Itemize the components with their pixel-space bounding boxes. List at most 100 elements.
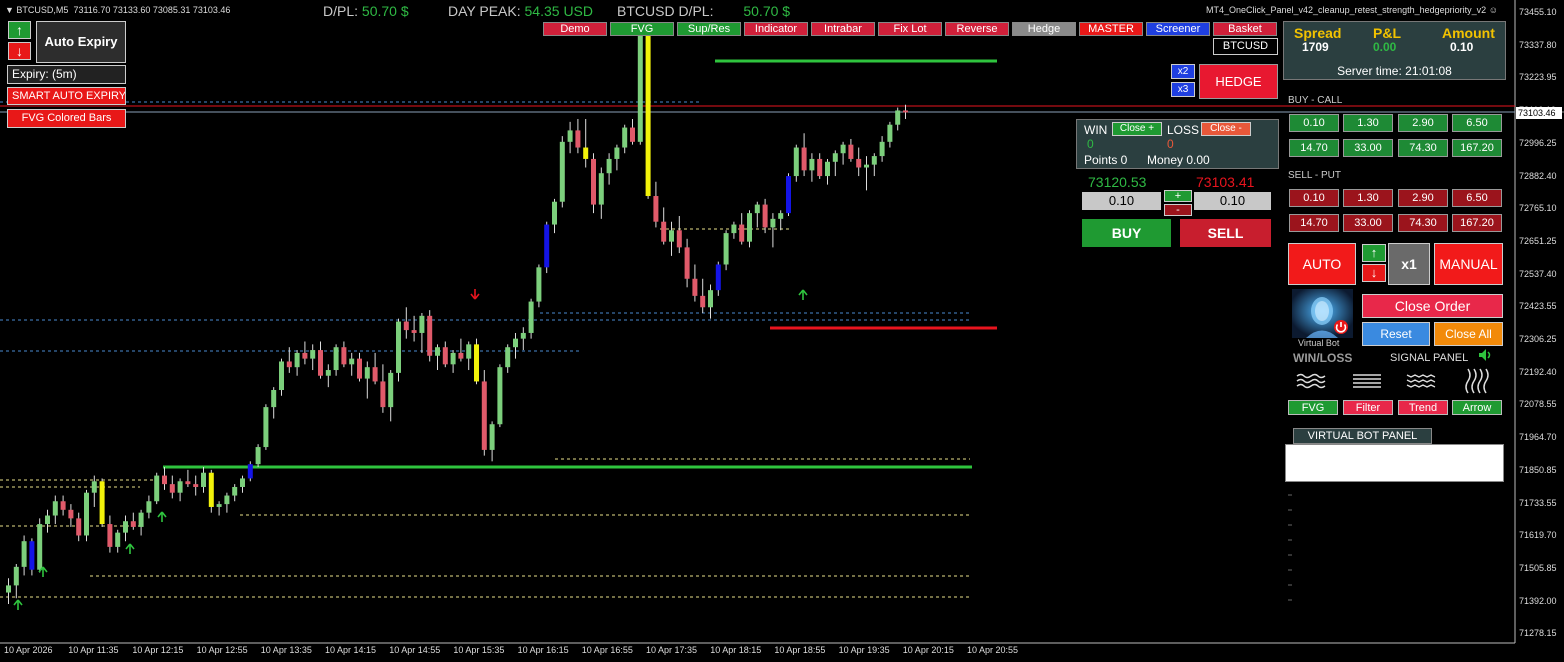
- manual-mode-button[interactable]: MANUAL: [1434, 243, 1503, 285]
- buy-button[interactable]: BUY: [1082, 219, 1171, 247]
- buy-amount-button[interactable]: 2.90: [1398, 114, 1448, 132]
- toolbar-basket-button[interactable]: Basket: [1213, 22, 1277, 36]
- sell-amount-button[interactable]: 33.00: [1343, 214, 1393, 232]
- candle-body: [575, 130, 581, 148]
- candle-body: [318, 350, 323, 376]
- win-label: WIN: [1084, 123, 1108, 137]
- candle-body: [154, 475, 160, 502]
- sell-amount-button[interactable]: 167.20: [1452, 214, 1502, 232]
- sell-button[interactable]: SELL: [1180, 219, 1271, 247]
- toolbar-intrabar-button[interactable]: Intrabar: [811, 22, 875, 36]
- multiplier-button[interactable]: x1: [1388, 243, 1430, 285]
- toolbar-indicator-button[interactable]: Indicator: [744, 22, 808, 36]
- candle-body: [411, 330, 417, 333]
- candle-body: [76, 518, 82, 536]
- expiry-field[interactable]: Expiry: (5m): [7, 65, 126, 84]
- sell-amount-button[interactable]: 14.70: [1289, 214, 1339, 232]
- close-plus-button[interactable]: Close +: [1112, 122, 1162, 136]
- buy-amount-button[interactable]: 74.30: [1398, 139, 1448, 157]
- toolbar-fix-lot-button[interactable]: Fix Lot: [878, 22, 942, 36]
- indicator-trend-button[interactable]: Trend: [1398, 400, 1448, 415]
- virtual-bot-avatar[interactable]: [1292, 289, 1353, 338]
- toolbar-master-button[interactable]: MASTER: [1079, 22, 1143, 36]
- close-order-button[interactable]: Close Order: [1362, 294, 1503, 318]
- sell-amount-button[interactable]: 74.30: [1398, 214, 1448, 232]
- candle-body: [817, 158, 823, 177]
- sell-amount-button[interactable]: 6.50: [1452, 189, 1502, 207]
- sell-amount-button[interactable]: 1.30: [1343, 189, 1393, 207]
- candle-body: [544, 224, 550, 268]
- arrow-signal-icon[interactable]: [1464, 367, 1490, 400]
- candle-body: [630, 127, 635, 142]
- buy-amount-button[interactable]: 0.10: [1289, 114, 1339, 132]
- server-time: Server time: 21:01:08: [1337, 64, 1452, 78]
- sell-amount-button[interactable]: 0.10: [1289, 189, 1339, 207]
- fvg-colored-bars-button[interactable]: FVG Colored Bars: [7, 109, 126, 128]
- x3-button[interactable]: x3: [1171, 82, 1195, 97]
- lot-field-left[interactable]: 0.10: [1082, 192, 1161, 210]
- candle-body: [372, 367, 378, 382]
- toolbar-hedge-button[interactable]: Hedge: [1012, 22, 1076, 36]
- candle-body: [208, 472, 214, 507]
- virtual-bot-panel-tab[interactable]: VIRTUAL BOT PANEL: [1293, 428, 1432, 444]
- candle-body: [107, 524, 113, 547]
- auto-mode-button[interactable]: AUTO: [1288, 243, 1356, 285]
- mode-down-button[interactable]: ↓: [1362, 264, 1386, 282]
- candle-body: [442, 347, 448, 365]
- lot-field-right[interactable]: 0.10: [1194, 192, 1271, 210]
- mode-up-button[interactable]: ↑: [1362, 244, 1386, 262]
- up-arrow-button[interactable]: ↑: [8, 21, 31, 39]
- toolbar-demo-button[interactable]: Demo: [543, 22, 607, 36]
- candle-body: [271, 390, 277, 408]
- buy-amount-button[interactable]: 1.30: [1343, 114, 1393, 132]
- trend-wave-icon[interactable]: [1406, 372, 1436, 395]
- candle-body: [388, 372, 394, 408]
- lot-plus-button[interactable]: +: [1164, 190, 1192, 202]
- candle-body: [895, 110, 901, 125]
- candle-body: [825, 161, 830, 177]
- candle-body: [669, 230, 674, 242]
- auto-expiry-button[interactable]: Auto Expiry: [36, 21, 126, 63]
- time-tick-label: 10 Apr 13:35: [260, 645, 312, 655]
- toolbar-sup-res-button[interactable]: Sup/Res: [677, 22, 741, 36]
- money-value: Money 0.00: [1147, 153, 1210, 167]
- indicator-arrow-button[interactable]: Arrow: [1452, 400, 1502, 415]
- price-tick-label: 72996.25: [1519, 137, 1557, 148]
- buy-amount-button[interactable]: 6.50: [1452, 114, 1502, 132]
- indicator-filter-button[interactable]: Filter: [1343, 400, 1393, 415]
- candle-body: [887, 124, 893, 142]
- candle-body: [528, 301, 534, 333]
- candle-body: [700, 295, 706, 308]
- candle-body: [848, 144, 854, 159]
- candle-body: [497, 367, 503, 425]
- close-minus-button[interactable]: Close -: [1201, 122, 1251, 136]
- close-all-button[interactable]: Close All: [1434, 322, 1503, 346]
- candle-body: [567, 130, 573, 142]
- indicator-fvg-button[interactable]: FVG: [1288, 400, 1338, 415]
- dpl-readout: D/PL: 50.70 $: [323, 3, 409, 19]
- chart-symbol: ▼ BTCUSD,M5 73116.70 73133.60 73085.31 7…: [5, 5, 231, 15]
- hedge-button[interactable]: HEDGE: [1199, 64, 1278, 99]
- smart-auto-expiry-button[interactable]: SMART AUTO EXPIRY: [7, 87, 126, 105]
- sell-amount-button[interactable]: 2.90: [1398, 189, 1448, 207]
- wave-icon[interactable]: [1296, 372, 1326, 395]
- buy-amount-button[interactable]: 14.70: [1289, 139, 1339, 157]
- candle-body: [536, 267, 542, 302]
- toolbar-screener-button[interactable]: Screener: [1146, 22, 1210, 36]
- reset-button[interactable]: Reset: [1362, 322, 1430, 346]
- buy-amount-button[interactable]: 167.20: [1452, 139, 1502, 157]
- buy-amount-button[interactable]: 33.00: [1343, 139, 1393, 157]
- candle-body: [29, 541, 35, 570]
- speaker-icon[interactable]: [1478, 348, 1494, 367]
- candle-body: [739, 224, 745, 242]
- filter-lines-icon[interactable]: [1352, 372, 1382, 395]
- toolbar-reverse-button[interactable]: Reverse: [945, 22, 1009, 36]
- symbol-button[interactable]: BTCUSD: [1213, 38, 1278, 55]
- pl-value: 0.00: [1373, 40, 1397, 54]
- price-tick-label: 73455.10: [1519, 7, 1557, 17]
- sell-put-title: SELL - PUT: [1288, 170, 1341, 181]
- down-arrow-button[interactable]: ↓: [8, 42, 31, 60]
- lot-minus-button[interactable]: -: [1164, 204, 1192, 216]
- x2-button[interactable]: x2: [1171, 64, 1195, 79]
- toolbar-fvg-button[interactable]: FVG: [610, 22, 674, 36]
